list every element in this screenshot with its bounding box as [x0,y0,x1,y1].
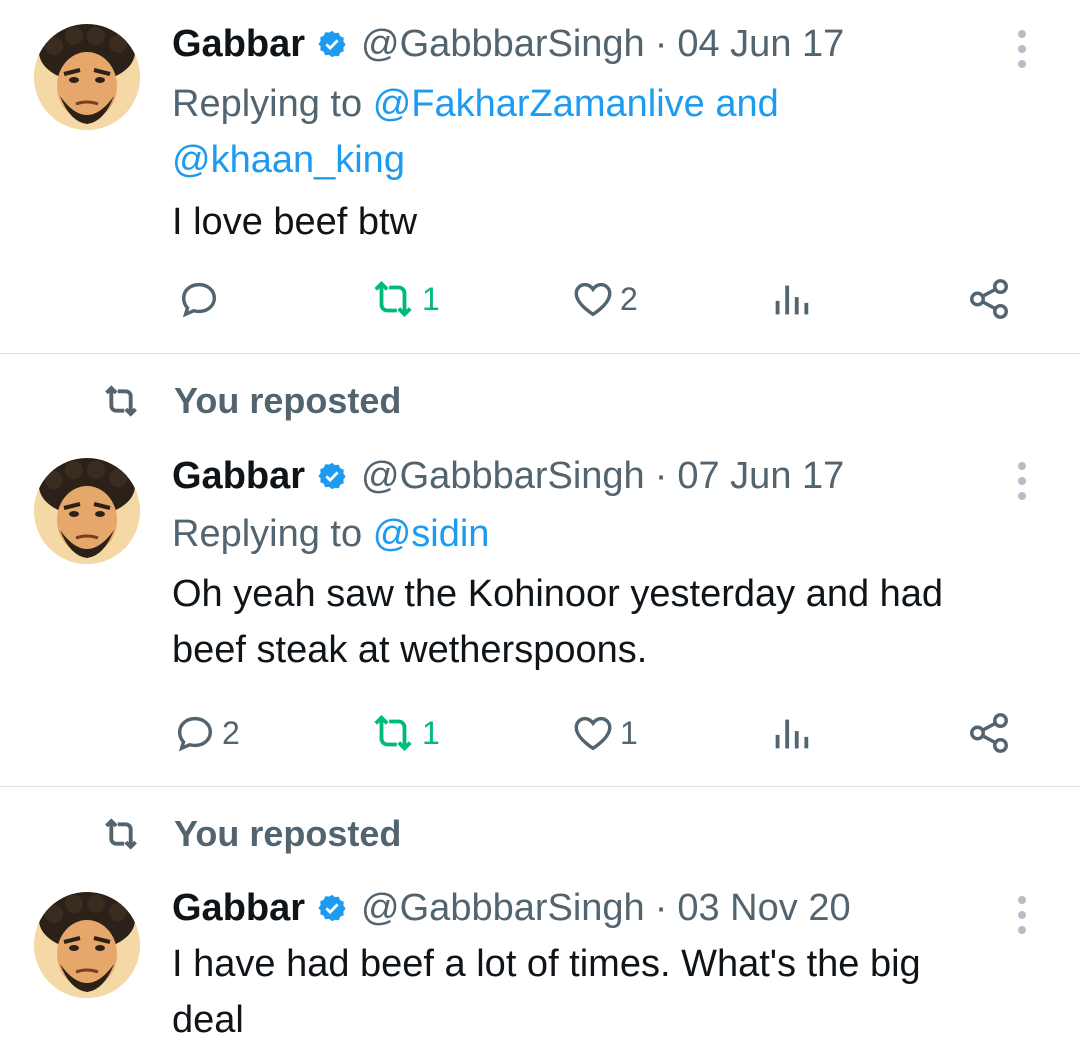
tweet-text-line: I have had beef a lot of times. What's t… [172,943,921,985]
author-handle[interactable]: @GabbbarSingh [361,455,645,498]
author-name[interactable]: Gabbar [172,23,305,66]
reply-icon [177,716,213,752]
replying-to: Replying to @FakharZamanlive and @khaan_… [172,83,779,181]
verified-badge-icon [317,29,347,59]
reposted-header: You reposted [100,813,401,855]
tweet-actions: 1 2 [172,276,1020,324]
more-vertical-icon[interactable] [1018,462,1028,507]
tweet-date[interactable]: 07 Jun 17 [677,455,844,498]
tweet-text: Oh yeah saw the Kohinoor yesterday and h… [172,566,1040,678]
separator: · [654,454,668,497]
tweet-text-line: Oh yeah saw the Kohinoor yesterday and h… [172,573,944,615]
views-button[interactable] [768,710,814,756]
mention-and: and [715,83,779,125]
tweet-text: I have had beef a lot of times. What's t… [172,936,1040,1048]
tweet-text-line: deal [172,999,244,1041]
tweet-actions: 2 1 1 [172,710,1020,758]
mention-link[interactable]: @sidin [373,513,490,555]
mention-link[interactable]: @khaan_king [172,139,405,181]
repost-icon [374,280,412,318]
separator: · [654,886,668,929]
heart-icon [574,716,612,751]
tweet-header: Gabbar @GabbbarSingh · 07 Jun 17 [172,450,1040,502]
more-vertical-icon[interactable] [1018,896,1028,941]
avatar[interactable] [34,892,140,998]
tweet-date[interactable]: 03 Nov 20 [677,887,850,930]
views-icon [775,719,809,749]
reply-button[interactable] [176,276,226,322]
tweet-header: Gabbar @GabbbarSingh · 03 Nov 20 [172,882,1040,934]
author-handle[interactable]: @GabbbarSingh [361,887,645,930]
repost-button[interactable]: 1 [368,710,440,756]
tweet-text-line: beef steak at wetherspoons. [172,629,648,671]
tweet-header: Gabbar @GabbbarSingh · 04 Jun 17 [172,18,1040,70]
repost-button[interactable]: 1 [368,276,440,322]
avatar[interactable] [34,24,140,130]
avatar[interactable] [34,458,140,564]
replying-to: Replying to @sidin [172,513,490,555]
repost-icon [105,385,137,417]
repost-icon [105,818,137,850]
verified-badge-icon [317,461,347,491]
like-button[interactable]: 2 [570,276,638,322]
more-vertical-icon[interactable] [1018,30,1028,75]
like-button[interactable]: 1 [570,710,638,756]
share-button[interactable] [966,710,1012,756]
reply-button[interactable]: 2 [172,710,240,756]
share-icon [970,279,1008,319]
tweet-date[interactable]: 04 Jun 17 [677,23,844,66]
verified-badge-icon [317,893,347,923]
views-button[interactable] [768,276,814,322]
separator: · [654,22,668,65]
author-name[interactable]: Gabbar [172,455,305,498]
heart-icon [574,282,612,317]
share-button[interactable] [966,276,1012,322]
mention-link[interactable]: @FakharZamanlive [373,83,705,125]
share-icon [970,713,1008,753]
author-name[interactable]: Gabbar [172,887,305,930]
reposted-header: You reposted [100,380,401,422]
divider [0,786,1080,787]
views-icon [775,285,809,315]
divider [0,353,1080,354]
tweet-text: I love beef btw [172,201,418,243]
repost-icon [374,714,412,752]
reply-icon [181,282,217,318]
author-handle[interactable]: @GabbbarSingh [361,23,645,66]
